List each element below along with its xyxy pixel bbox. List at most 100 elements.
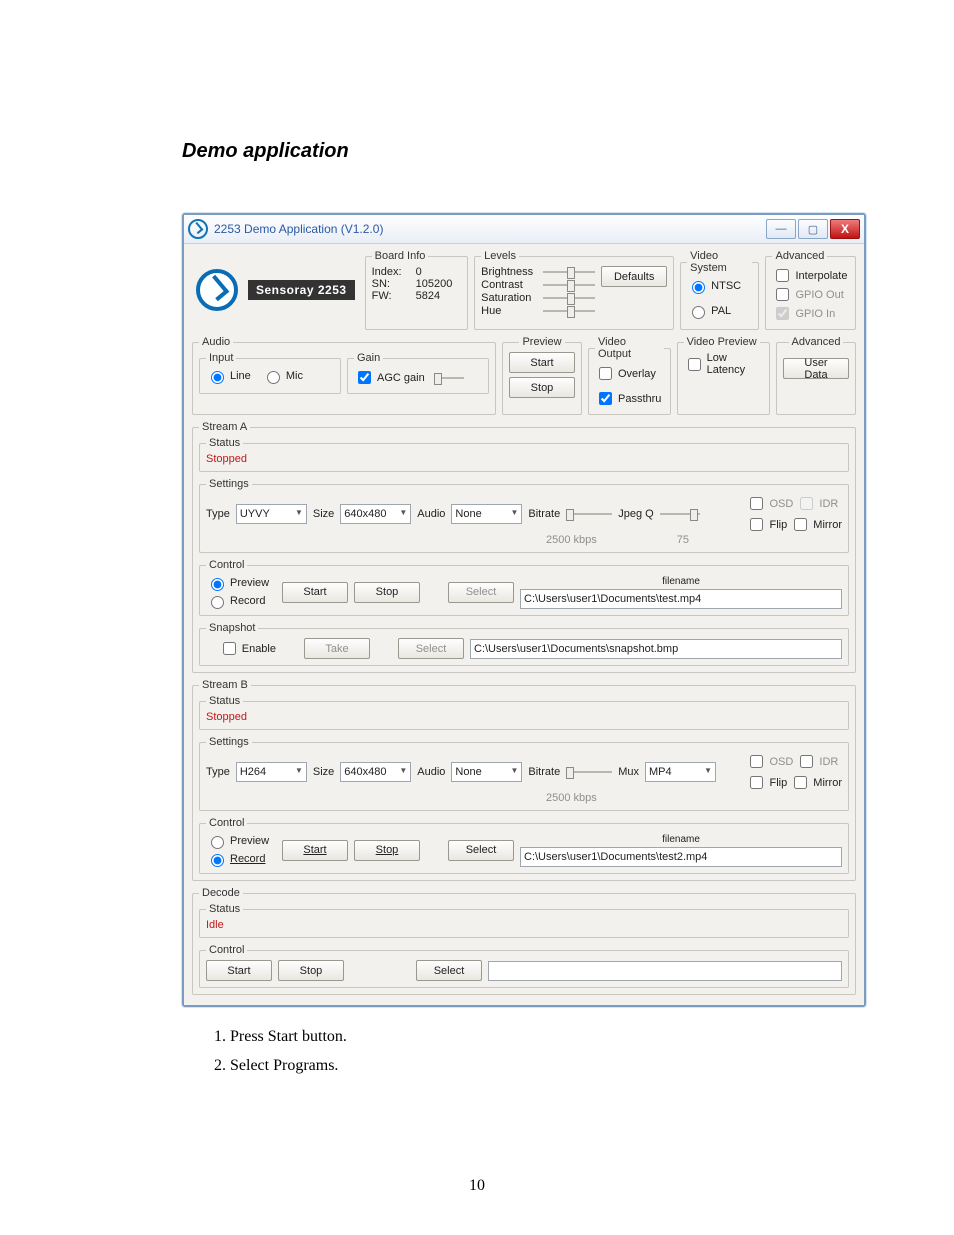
- instructions-list: Press Start button. Select Programs.: [182, 1023, 864, 1079]
- label: Passthru: [618, 393, 661, 405]
- value: 5824: [416, 290, 440, 302]
- stream-a-audio-select[interactable]: None: [451, 504, 522, 524]
- filename-label: filename: [520, 576, 842, 587]
- ntsc-radio[interactable]: NTSC: [687, 278, 741, 294]
- stream-b-type-select[interactable]: H264: [236, 762, 307, 782]
- stream-a-osd-check[interactable]: OSD: [746, 494, 793, 513]
- stream-b-settings: Settings Type H264 Size 640x480 Audio No…: [199, 736, 849, 811]
- label: NTSC: [711, 280, 741, 292]
- stream-b-mux-select[interactable]: MP4: [645, 762, 716, 782]
- maximize-button[interactable]: ▢: [798, 219, 828, 239]
- label: Contrast: [481, 279, 537, 291]
- page-number: 10: [0, 1177, 954, 1195]
- minimize-button[interactable]: —: [766, 219, 796, 239]
- stream-a-start-button[interactable]: Start: [282, 582, 348, 603]
- user-data-button[interactable]: User Data: [783, 358, 849, 379]
- label: Audio: [417, 766, 445, 778]
- stream-b-stop-button[interactable]: Stop: [354, 840, 420, 861]
- stream-a-filename-field[interactable]: C:\Users\user1\Documents\test.mp4: [520, 589, 842, 609]
- stream-a-mirror-check[interactable]: Mirror: [790, 515, 842, 534]
- stream-a-preview-radio[interactable]: Preview: [206, 575, 276, 591]
- stream-a-status-text: Stopped: [206, 453, 842, 465]
- stream-a-flip-check[interactable]: Flip: [746, 515, 787, 534]
- label: Overlay: [618, 368, 656, 380]
- label: OSD: [769, 756, 793, 768]
- decode-filename-field[interactable]: [488, 961, 842, 981]
- low-latency-check[interactable]: Low Latency: [684, 352, 763, 376]
- passthru-check[interactable]: Passthru: [595, 389, 661, 408]
- stream-a-settings: Settings Type UYVY Size 640x480 Audio No…: [199, 478, 849, 553]
- label: GPIO Out: [795, 289, 843, 301]
- label: Record: [230, 853, 265, 865]
- overlay-check[interactable]: Overlay: [595, 364, 656, 383]
- stream-b-control: Control Preview Record Start Stop Select…: [199, 817, 849, 874]
- board-info-group: Board Info Index:0 SN:105200 FW:5824: [365, 250, 469, 330]
- jpegq-value: 75: [677, 534, 689, 546]
- mic-radio[interactable]: Mic: [262, 368, 303, 384]
- stream-b-mirror-check[interactable]: Mirror: [790, 773, 842, 792]
- stream-b-osd-check[interactable]: OSD: [746, 752, 793, 771]
- stream-a-stop-button[interactable]: Stop: [354, 582, 420, 603]
- app-icon: [188, 219, 208, 239]
- logo-icon: [196, 269, 238, 311]
- app-window: 2253 Demo Application (V1.2.0) — ▢ X Sen…: [182, 213, 866, 1007]
- stream-b-flip-check[interactable]: Flip: [746, 773, 787, 792]
- stream-b-select-button[interactable]: Select: [448, 840, 514, 861]
- label: OSD: [769, 498, 793, 510]
- stream-a-bitrate-slider: [566, 513, 612, 515]
- defaults-button[interactable]: Defaults: [601, 266, 667, 287]
- stream-b-record-radio[interactable]: Record: [206, 851, 276, 867]
- stream-b-bitrate-slider[interactable]: [566, 771, 612, 773]
- filename-label: filename: [520, 834, 842, 845]
- decode-start-button[interactable]: Start: [206, 960, 272, 981]
- decode-control: Control Start Stop Select: [199, 944, 849, 988]
- decode-select-button[interactable]: Select: [416, 960, 482, 981]
- decode-status: Status Idle: [199, 903, 849, 938]
- label: FW:: [372, 290, 410, 302]
- stream-b-preview-radio[interactable]: Preview: [206, 833, 276, 849]
- close-button[interactable]: X: [830, 219, 860, 239]
- pal-radio[interactable]: PAL: [687, 303, 731, 319]
- snapshot-select-button: Select: [398, 638, 464, 659]
- decode-legend: Decode: [199, 887, 243, 899]
- levels-legend: Levels: [481, 250, 519, 262]
- instruction-step: Press Start button.: [230, 1023, 864, 1050]
- status-legend: Status: [206, 437, 243, 449]
- stream-b-audio-select[interactable]: None: [451, 762, 522, 782]
- contrast-slider[interactable]: [543, 279, 595, 291]
- video-preview-group: Video Preview Low Latency: [677, 336, 770, 415]
- label: Mic: [286, 370, 303, 382]
- stream-b-filename-field[interactable]: C:\Users\user1\Documents\test2.mp4: [520, 847, 842, 867]
- instruction-step: Select Programs.: [230, 1052, 864, 1079]
- gain-slider[interactable]: [434, 377, 464, 379]
- decode-stop-button[interactable]: Stop: [278, 960, 344, 981]
- hue-slider[interactable]: [543, 305, 595, 317]
- gpio-out-check[interactable]: GPIO Out: [772, 285, 843, 304]
- stream-a-idr-check: IDR: [796, 494, 838, 513]
- advanced-right-group: Advanced User Data: [776, 336, 856, 415]
- snapshot-enable-check[interactable]: Enable: [219, 639, 276, 658]
- stream-a-select-button: Select: [448, 582, 514, 603]
- snapshot-take-button: Take: [304, 638, 370, 659]
- preview-stop-button[interactable]: Stop: [509, 377, 575, 398]
- label: Type: [206, 766, 230, 778]
- label: Record: [230, 595, 265, 607]
- stream-a-status: Status Stopped: [199, 437, 849, 472]
- line-radio[interactable]: Line: [206, 368, 251, 384]
- preview-start-button[interactable]: Start: [509, 352, 575, 373]
- label: Preview: [230, 835, 269, 847]
- snapshot-filename-field[interactable]: C:\Users\user1\Documents\snapshot.bmp: [470, 639, 842, 659]
- preview-group: Preview Start Stop: [502, 336, 582, 415]
- advanced-top-group: Advanced Interpolate GPIO Out GPIO In: [765, 250, 856, 330]
- stream-b-size-select[interactable]: 640x480: [340, 762, 411, 782]
- stream-b-idr-check[interactable]: IDR: [796, 752, 838, 771]
- stream-b-start-button[interactable]: Start: [282, 840, 348, 861]
- interpolate-check[interactable]: Interpolate: [772, 266, 847, 285]
- brightness-slider[interactable]: [543, 266, 595, 278]
- stream-a-record-radio[interactable]: Record: [206, 593, 276, 609]
- agc-check[interactable]: AGC gain: [354, 368, 464, 387]
- stream-a-type-select[interactable]: UYVY: [236, 504, 307, 524]
- saturation-slider[interactable]: [543, 292, 595, 304]
- control-legend: Control: [206, 817, 247, 829]
- stream-a-size-select[interactable]: 640x480: [340, 504, 411, 524]
